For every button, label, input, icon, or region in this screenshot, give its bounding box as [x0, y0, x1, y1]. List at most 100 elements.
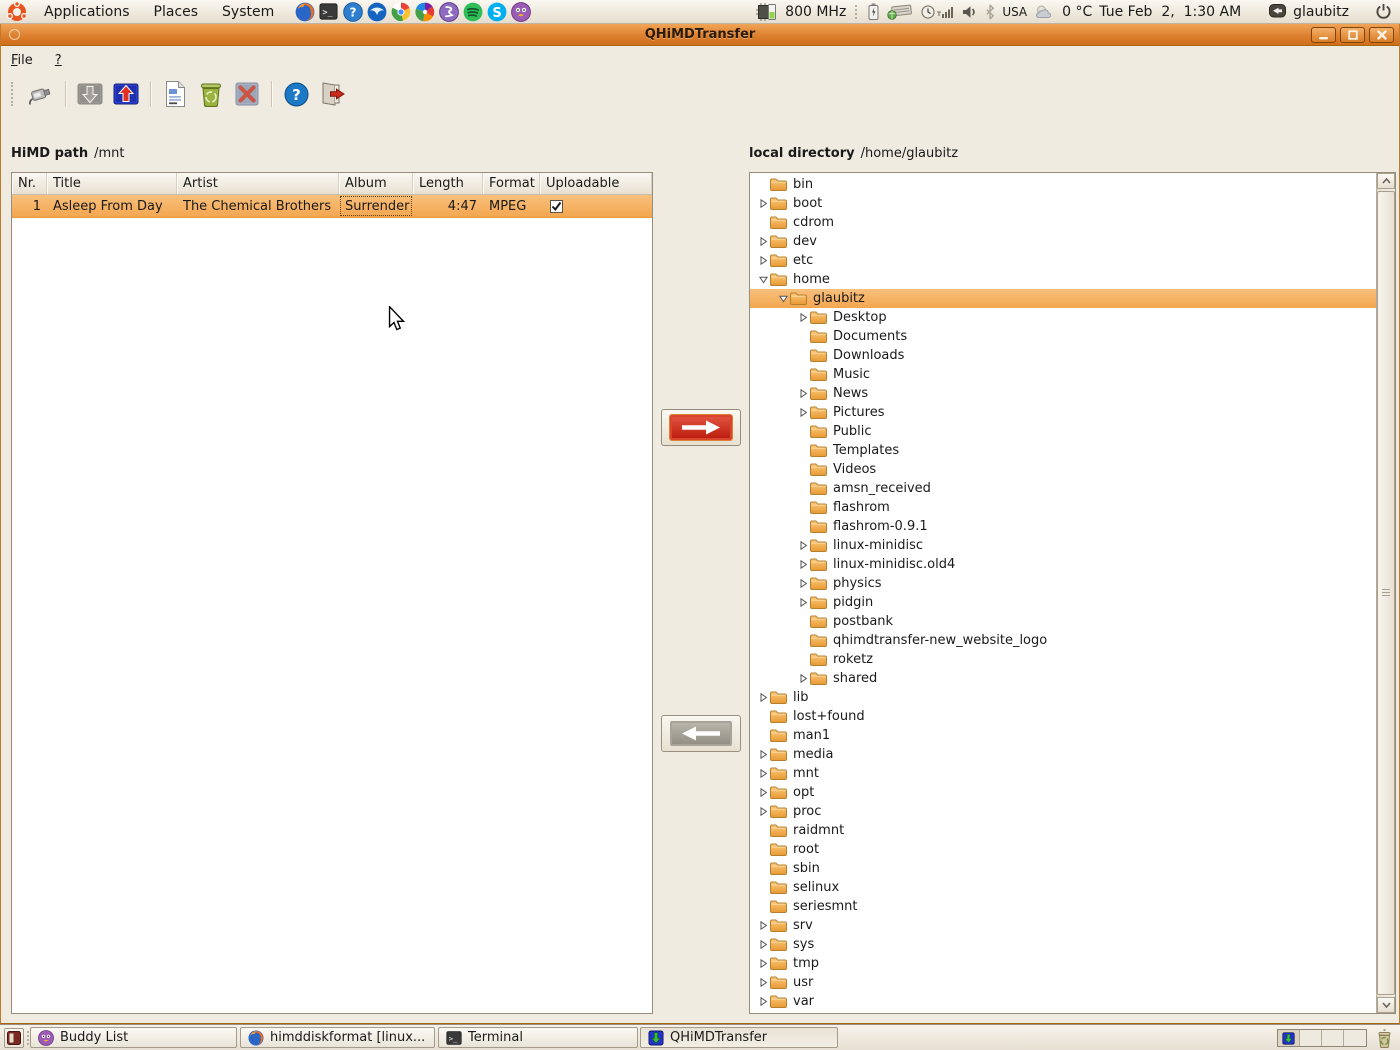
show-desktop-button[interactable] — [4, 1028, 24, 1048]
power-icon[interactable] — [1375, 3, 1392, 20]
tree-item-Documents[interactable]: Documents — [750, 327, 1376, 346]
tree-item-Music[interactable]: Music — [750, 365, 1376, 384]
expander-collapsed-icon[interactable] — [796, 579, 810, 588]
expander-collapsed-icon[interactable] — [756, 978, 770, 987]
workspace-2[interactable] — [1300, 1030, 1322, 1046]
tree-item-Downloads[interactable]: Downloads — [750, 346, 1376, 365]
task-button-3[interactable]: QHiMDTransfer — [640, 1027, 838, 1048]
expander-collapsed-icon[interactable] — [756, 940, 770, 949]
workspace-4[interactable] — [1344, 1030, 1366, 1046]
column-header-length[interactable]: Length — [413, 173, 483, 194]
tree-item-pidgin[interactable]: pidgin — [750, 593, 1376, 612]
expander-expanded-icon[interactable] — [756, 275, 770, 284]
tree-item-qhimdtransfer-new_website_logo[interactable]: qhimdtransfer-new_website_logo — [750, 631, 1376, 650]
uploadable-checkbox[interactable] — [550, 200, 563, 213]
column-header-title[interactable]: Title — [47, 173, 177, 194]
transfer-to-himd-button[interactable] — [661, 715, 741, 752]
menu-places[interactable]: Places — [142, 0, 211, 24]
cpu-frequency-label[interactable]: 800 MHz — [785, 4, 846, 20]
download-button[interactable] — [72, 77, 108, 111]
menu-applications[interactable]: Applications — [32, 0, 142, 24]
expander-collapsed-icon[interactable] — [756, 769, 770, 778]
picasa-launcher-icon[interactable] — [414, 1, 435, 22]
expander-collapsed-icon[interactable] — [756, 256, 770, 265]
amsn-launcher-icon[interactable] — [510, 1, 531, 22]
task-button-2[interactable]: >_Terminal — [438, 1027, 638, 1048]
help-launcher-icon[interactable]: ? — [342, 1, 363, 22]
expander-collapsed-icon[interactable] — [756, 921, 770, 930]
tree-scrollbar[interactable] — [1376, 173, 1395, 1013]
expander-expanded-icon[interactable] — [776, 294, 790, 303]
expander-collapsed-icon[interactable] — [796, 408, 810, 417]
menu-file[interactable]: File — [11, 53, 33, 68]
tree-item-Templates[interactable]: Templates — [750, 441, 1376, 460]
expander-collapsed-icon[interactable] — [796, 560, 810, 569]
panel-grip[interactable] — [855, 5, 859, 19]
transfer-to-local-button[interactable] — [661, 409, 741, 446]
minimize-button[interactable] — [1311, 27, 1336, 43]
tree-item-dev[interactable]: dev — [750, 232, 1376, 251]
tree-item-usr[interactable]: usr — [750, 973, 1376, 992]
expander-collapsed-icon[interactable] — [796, 674, 810, 683]
maximize-button[interactable] — [1340, 27, 1365, 43]
tree-item-tmp[interactable]: tmp — [750, 954, 1376, 973]
expander-collapsed-icon[interactable] — [796, 389, 810, 398]
column-header-album[interactable]: Album — [339, 173, 413, 194]
keyboard-network-icon[interactable] — [886, 3, 913, 20]
connect-button[interactable] — [23, 77, 59, 111]
tree-item-shared[interactable]: shared — [750, 669, 1376, 688]
tree-item-boot[interactable]: boot — [750, 194, 1376, 213]
temperature-label[interactable]: 0 °C — [1062, 4, 1092, 20]
tree-item-flashrom[interactable]: flashrom — [750, 498, 1376, 517]
window-menu-icon[interactable] — [9, 29, 20, 40]
tree-item-srv[interactable]: srv — [750, 916, 1376, 935]
scroll-down-icon[interactable] — [1377, 997, 1395, 1013]
delete-button[interactable] — [229, 77, 265, 111]
firefox-launcher-icon[interactable] — [294, 1, 315, 22]
tree-item-flashrom-0.9.1[interactable]: flashrom-0.9.1 — [750, 517, 1376, 536]
column-header-nr[interactable]: Nr. — [12, 173, 47, 194]
keyboard-layout-label[interactable]: USA — [1002, 5, 1027, 19]
menu-help[interactable]: ? — [55, 53, 62, 68]
tree-item-home[interactable]: home — [750, 270, 1376, 289]
tree-item-lost+found[interactable]: lost+found — [750, 707, 1376, 726]
tree-item-Pictures[interactable]: Pictures — [750, 403, 1376, 422]
battery-icon[interactable] — [868, 3, 879, 20]
ubuntu-logo-icon[interactable] — [6, 1, 28, 23]
expander-collapsed-icon[interactable] — [756, 750, 770, 759]
cpu-frequency-icon[interactable] — [756, 3, 778, 21]
tree-item-mnt[interactable]: mnt — [750, 764, 1376, 783]
scroll-up-icon[interactable] — [1377, 173, 1395, 189]
tree-item-selinux[interactable]: selinux — [750, 878, 1376, 897]
tree-item-glaubitz[interactable]: glaubitz — [750, 289, 1376, 308]
expander-collapsed-icon[interactable] — [756, 788, 770, 797]
tree-item-proc[interactable]: proc — [750, 802, 1376, 821]
me-menu-icon[interactable] — [1269, 4, 1286, 19]
tree-item-Desktop[interactable]: Desktop — [750, 308, 1376, 327]
window-titlebar[interactable]: QHiMDTransfer — [1, 24, 1399, 46]
terminal-launcher-icon[interactable]: >_ — [318, 1, 339, 22]
tree-item-man1[interactable]: man1 — [750, 726, 1376, 745]
expander-collapsed-icon[interactable] — [756, 693, 770, 702]
column-header-artist[interactable]: Artist — [177, 173, 339, 194]
toolbar-grip[interactable] — [11, 82, 17, 106]
tree-item-amsn_received[interactable]: amsn_received — [750, 479, 1376, 498]
scrollbar-thumb[interactable] — [1377, 191, 1395, 995]
time-admin-signal-icon[interactable] — [920, 4, 954, 20]
expander-collapsed-icon[interactable] — [756, 959, 770, 968]
task-button-0[interactable]: Buddy List — [30, 1027, 237, 1048]
clock-label[interactable]: Tue Feb 2, 1:30 AM — [1099, 4, 1241, 20]
workspace-3[interactable] — [1322, 1030, 1344, 1046]
tree-item-roketz[interactable]: roketz — [750, 650, 1376, 669]
thunderbird-launcher-icon[interactable] — [366, 1, 387, 22]
expander-collapsed-icon[interactable] — [756, 997, 770, 1006]
column-header-format[interactable]: Format — [483, 173, 540, 194]
trash-button[interactable] — [193, 77, 229, 111]
expander-collapsed-icon[interactable] — [796, 541, 810, 550]
workspace-switcher[interactable] — [1277, 1029, 1367, 1047]
emacs-launcher-icon[interactable] — [438, 1, 459, 22]
task-button-1[interactable]: himddiskformat [linux... — [240, 1027, 435, 1048]
chrome-launcher-icon[interactable] — [390, 1, 411, 22]
tree-item-Videos[interactable]: Videos — [750, 460, 1376, 479]
tree-item-linux-minidisc.old4[interactable]: linux-minidisc.old4 — [750, 555, 1376, 574]
